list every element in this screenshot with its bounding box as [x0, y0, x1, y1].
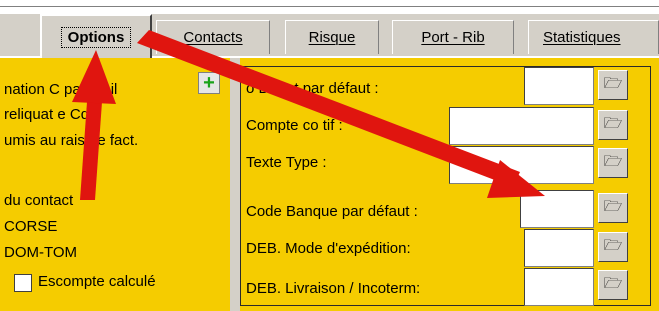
- annotation-arrows: [72, 30, 545, 200]
- red-arrow: [72, 30, 545, 200]
